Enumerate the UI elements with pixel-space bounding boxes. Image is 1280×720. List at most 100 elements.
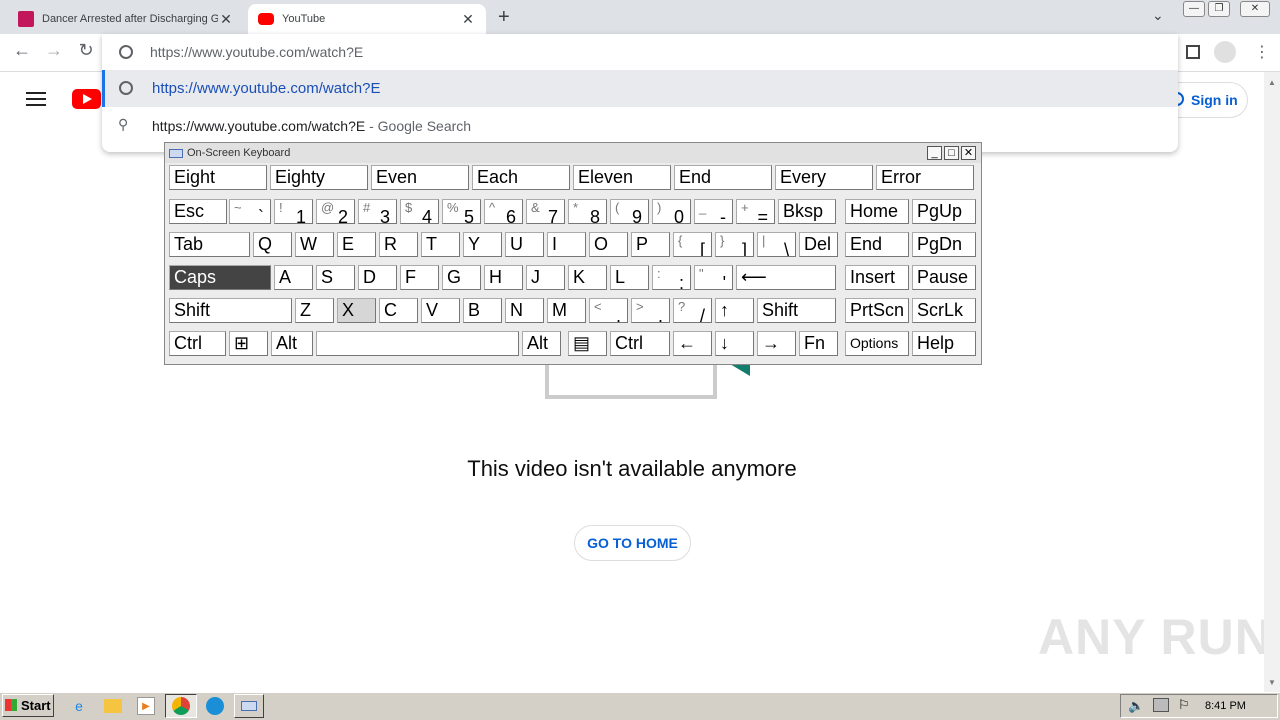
key-help[interactable]: Help	[912, 331, 976, 356]
key-9[interactable]: (9	[610, 199, 649, 224]
new-tab-button[interactable]: +	[498, 6, 510, 29]
key-s[interactable]: S	[316, 265, 355, 290]
key-sym3-9[interactable]: >.	[631, 298, 670, 323]
prediction-eleven[interactable]: Eleven	[573, 165, 671, 190]
key-q[interactable]: Q	[253, 232, 292, 257]
key-ctrl[interactable]: Ctrl	[169, 331, 226, 356]
key-insert[interactable]: Insert	[845, 265, 909, 290]
key-b[interactable]: B	[463, 298, 502, 323]
ie-icon[interactable]: e	[70, 697, 88, 715]
network-icon[interactable]	[1153, 698, 1169, 712]
youtube-logo[interactable]	[72, 89, 101, 109]
action-center-flag-icon[interactable]: ⚐	[1178, 697, 1190, 713]
key-caps[interactable]: Caps	[169, 265, 271, 290]
key-f[interactable]: F	[400, 265, 439, 290]
key-z[interactable]: Z	[295, 298, 334, 323]
prediction-each[interactable]: Each	[472, 165, 570, 190]
key-end[interactable]: End	[845, 232, 909, 257]
key-shift[interactable]: Shift	[757, 298, 836, 323]
key-0[interactable]: ) 0	[652, 199, 691, 224]
key-j[interactable]: J	[526, 265, 565, 290]
close-tab-icon[interactable]: ✕	[460, 11, 476, 28]
key-3[interactable]: #3	[358, 199, 397, 224]
media-player-icon[interactable]: ▶	[137, 697, 155, 715]
tab-youtube[interactable]: YouTube ✕	[248, 4, 486, 34]
prediction-eight[interactable]: Eight	[169, 165, 267, 190]
key-sym0-12[interactable]: _ -	[694, 199, 733, 224]
key-prtscn[interactable]: PrtScn	[845, 298, 909, 323]
key-w[interactable]: W	[295, 232, 334, 257]
key-pgdn[interactable]: PgDn	[912, 232, 976, 257]
address-bar-input[interactable]: https://www.youtube.com/watch?E	[150, 44, 363, 60]
minimize-button[interactable]: —	[1183, 1, 1205, 17]
key-h[interactable]: H	[484, 265, 523, 290]
key-sym2-10[interactable]: :;	[652, 265, 691, 290]
menu-icon[interactable]: ⋮	[1254, 42, 1270, 62]
key-5[interactable]: % 5	[442, 199, 481, 224]
osk-close-button[interactable]: ✕	[961, 146, 976, 160]
prediction-even[interactable]: Even	[371, 165, 469, 190]
restore-button[interactable]: ❐	[1208, 1, 1230, 17]
key-x[interactable]: X	[337, 298, 376, 323]
key-sym1-13[interactable]: | \	[757, 232, 796, 257]
key-sym4-8[interactable]: ↓	[715, 331, 754, 356]
prediction-every[interactable]: Every	[775, 165, 873, 190]
key-k[interactable]: K	[568, 265, 607, 290]
forward-button[interactable]: →	[42, 40, 66, 61]
key-ctrl[interactable]: Ctrl	[610, 331, 670, 356]
key-g[interactable]: G	[442, 265, 481, 290]
key-sym4-5[interactable]: ▤	[568, 331, 607, 356]
site-info-icon[interactable]	[119, 45, 133, 59]
key-6[interactable]: ^ 6	[484, 199, 523, 224]
osk-minimize-button[interactable]: _	[927, 146, 942, 160]
key-pgup[interactable]: PgUp	[912, 199, 976, 224]
key-sym1-12[interactable]: }]	[715, 232, 754, 257]
key-u[interactable]: U	[505, 232, 544, 257]
key-sym0-1[interactable]: ~ `	[229, 199, 271, 224]
key-esc[interactable]: Esc	[169, 199, 227, 224]
reload-button[interactable]: ↻	[74, 40, 98, 61]
key-fn[interactable]: Fn	[799, 331, 838, 356]
key-pause[interactable]: Pause	[912, 265, 976, 290]
tab-news[interactable]: Dancer Arrested after Discharging G ✕	[8, 4, 244, 34]
key-space[interactable]	[316, 331, 519, 356]
key-sym3-10[interactable]: ? /	[673, 298, 712, 323]
key-e[interactable]: E	[337, 232, 376, 257]
key-home[interactable]: Home	[845, 199, 909, 224]
profile-icon[interactable]	[1214, 41, 1236, 63]
prediction-error[interactable]: Error	[876, 165, 974, 190]
key-del[interactable]: Del	[799, 232, 838, 257]
suggestion-search[interactable]: https://www.youtube.com/watch?E - Google…	[152, 118, 471, 134]
key-2[interactable]: @2	[316, 199, 355, 224]
key-d[interactable]: D	[358, 265, 397, 290]
go-to-home-button[interactable]: GO TO HOME	[574, 525, 691, 561]
key-sym4-7[interactable]: ←	[673, 331, 712, 356]
back-button[interactable]: ←	[10, 40, 34, 61]
key-p[interactable]: P	[631, 232, 670, 257]
edge-icon[interactable]	[206, 697, 224, 715]
key-l[interactable]: L	[610, 265, 649, 290]
key-m[interactable]: M	[547, 298, 586, 323]
key-i[interactable]: I	[547, 232, 586, 257]
key-scrlk[interactable]: ScrLk	[912, 298, 976, 323]
key-1[interactable]: ! 1	[274, 199, 313, 224]
key-tab[interactable]: Tab	[169, 232, 250, 257]
osk-maximize-button[interactable]: □	[944, 146, 959, 160]
key-sym3-8[interactable]: <,	[589, 298, 628, 323]
scroll-up-icon[interactable]: ▲	[1268, 78, 1276, 87]
key-4[interactable]: $4	[400, 199, 439, 224]
key-r[interactable]: R	[379, 232, 418, 257]
tab-search-chevron-icon[interactable]: ⌄	[1152, 7, 1164, 24]
key-alt[interactable]: Alt	[271, 331, 313, 356]
key-sym2-11[interactable]: " '	[694, 265, 733, 290]
key-sym1-11[interactable]: {[	[673, 232, 712, 257]
close-tab-icon[interactable]: ✕	[218, 11, 234, 28]
key-options[interactable]: Options	[845, 331, 909, 356]
key-7[interactable]: & 7	[526, 199, 565, 224]
scrollbar[interactable]	[1264, 72, 1280, 692]
key-o[interactable]: O	[589, 232, 628, 257]
explorer-icon[interactable]	[104, 699, 122, 713]
key-8[interactable]: * 8	[568, 199, 607, 224]
key-shift[interactable]: Shift	[169, 298, 292, 323]
scroll-down-icon[interactable]: ▼	[1268, 678, 1276, 687]
